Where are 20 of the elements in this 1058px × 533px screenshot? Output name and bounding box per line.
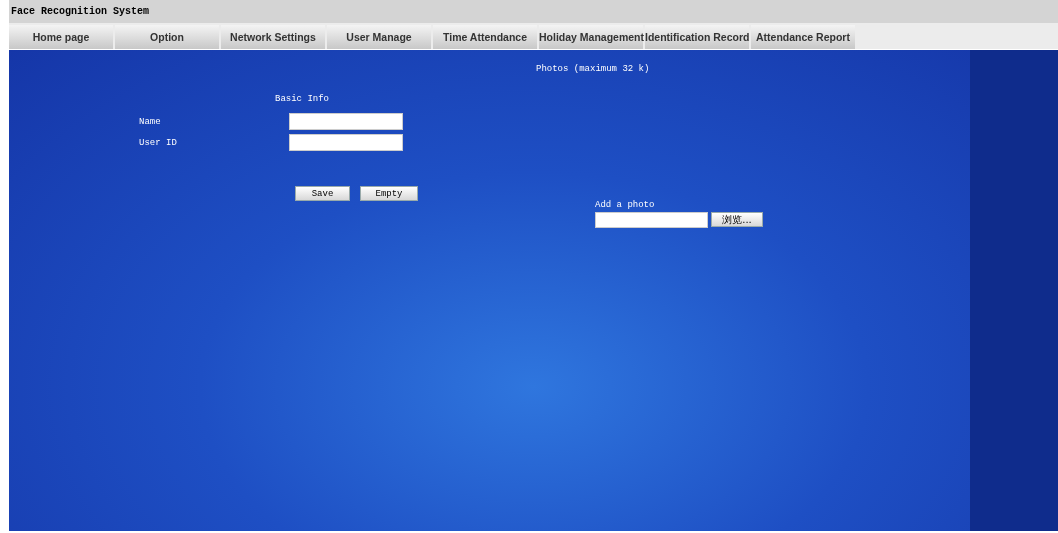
field-label: Add a photo bbox=[595, 200, 655, 210]
file-path-field[interactable] bbox=[595, 212, 708, 228]
clear-button[interactable]: Empty bbox=[360, 186, 418, 201]
section-heading: Basic Info bbox=[275, 94, 329, 104]
field-label: User ID bbox=[139, 137, 178, 148]
nav-tab[interactable]: Network Settings bbox=[221, 25, 325, 49]
nav-tab[interactable]: Time Attendance bbox=[433, 25, 537, 49]
input-field[interactable] bbox=[289, 113, 403, 130]
browse-button[interactable]: 浏览... bbox=[711, 212, 763, 227]
window-title: Face Recognition System bbox=[10, 5, 151, 19]
section-heading: Photos (maximum 32 k) bbox=[536, 64, 650, 74]
field-label: Name bbox=[139, 116, 162, 127]
nav-tab[interactable]: Identification Record bbox=[645, 25, 749, 49]
nav-tab[interactable]: User Manage bbox=[327, 25, 431, 49]
nav-tab[interactable]: Option bbox=[115, 25, 219, 49]
nav-tab[interactable]: Home page bbox=[9, 25, 113, 49]
save-button[interactable]: Save bbox=[295, 186, 350, 201]
input-field[interactable] bbox=[289, 134, 403, 151]
nav-tab[interactable]: Attendance Report bbox=[751, 25, 855, 49]
nav-tab[interactable]: Holiday Management bbox=[539, 25, 643, 49]
